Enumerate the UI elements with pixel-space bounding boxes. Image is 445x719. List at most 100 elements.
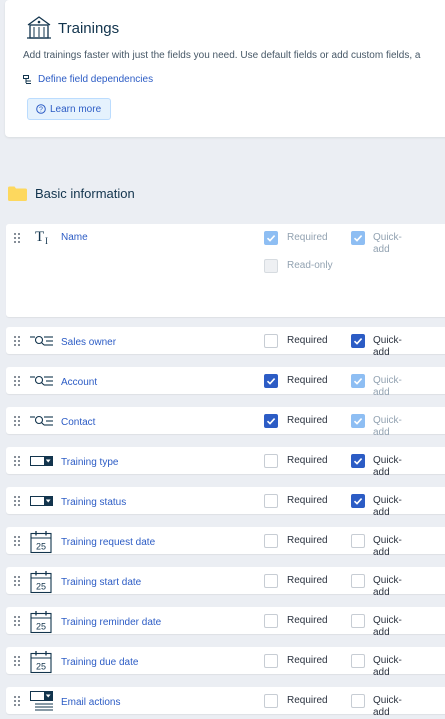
module-header-card: Trainings Add trainings faster with just… (5, 0, 445, 137)
quick-add-label: Quick- (373, 535, 402, 546)
required-label: Required (287, 495, 328, 506)
quick-add-label-line2: add (373, 707, 390, 718)
drag-handle-icon[interactable] (14, 336, 20, 346)
required-checkbox[interactable] (264, 494, 278, 508)
field-name[interactable]: Sales owner (61, 337, 116, 348)
field-name[interactable]: Training start date (61, 577, 141, 588)
learn-more-button[interactable]: ? Learn more (27, 98, 111, 120)
quick-add-label: Quick- (373, 495, 402, 506)
field-row[interactable]: Training status Required Quick-add (6, 487, 445, 518)
define-field-dependencies-link[interactable]: Define field dependencies (23, 74, 153, 85)
field-row[interactable]: Email actions Required Quick-add (6, 687, 445, 718)
quick-add-label-line2: add (373, 507, 390, 518)
quick-add-checkbox (351, 414, 365, 428)
quick-add-label: Quick- (373, 375, 402, 386)
drag-handle-icon[interactable] (14, 376, 20, 386)
quick-add-checkbox[interactable] (351, 534, 365, 548)
text-field-icon: TI (33, 226, 57, 250)
calendar-day-number: 25 (36, 622, 46, 632)
field-row[interactable]: 25 Training due date Required Quick-add (6, 647, 445, 678)
required-label: Required (287, 535, 328, 546)
field-name[interactable]: Name (61, 232, 88, 243)
field-name[interactable]: Training due date (61, 657, 138, 668)
quick-add-label-line2: add (373, 467, 390, 478)
drag-handle-icon[interactable] (14, 576, 20, 586)
quick-add-checkbox[interactable] (351, 654, 365, 668)
quick-add-label: Quick- (373, 415, 402, 426)
required-checkbox[interactable] (264, 334, 278, 348)
lookup-field-icon (30, 334, 54, 358)
required-checkbox[interactable] (264, 534, 278, 548)
required-label: Required (287, 455, 328, 466)
quick-add-checkbox (351, 374, 365, 388)
required-label: Required (287, 695, 328, 706)
quick-add-label-line2: add (373, 244, 390, 255)
required-checkbox[interactable] (264, 454, 278, 468)
drag-handle-icon[interactable] (14, 536, 20, 546)
required-label: Required (287, 232, 328, 243)
required-checkbox[interactable] (264, 374, 278, 388)
required-label: Required (287, 575, 328, 586)
quick-add-checkbox[interactable] (351, 614, 365, 628)
multiselect-field-icon (30, 689, 54, 713)
svg-text:I: I (45, 236, 48, 246)
drag-handle-icon[interactable] (14, 656, 20, 666)
required-checkbox[interactable] (264, 574, 278, 588)
field-row[interactable]: T I Name Required Quick-add Read-only (6, 224, 445, 317)
page-description: Add trainings faster with just the field… (23, 50, 421, 61)
dropdown-field-icon (30, 455, 54, 479)
required-checkbox[interactable] (264, 414, 278, 428)
drag-handle-icon[interactable] (14, 616, 20, 626)
quick-add-checkbox[interactable] (351, 494, 365, 508)
field-name[interactable]: Email actions (61, 697, 120, 708)
drag-handle-icon[interactable] (14, 496, 20, 506)
lookup-field-icon (30, 414, 54, 438)
field-row[interactable]: 25 Training request date Required Quick-add (6, 527, 445, 558)
field-row[interactable]: 25 Training reminder date Required Quick-ad… (6, 607, 445, 638)
quick-add-label-line2: add (373, 387, 390, 398)
drag-handle-icon[interactable] (14, 456, 20, 466)
field-name[interactable]: Training type (61, 457, 118, 468)
quick-add-label: Quick- (373, 232, 402, 243)
page-title: Trainings (58, 20, 120, 37)
hierarchy-icon (23, 74, 31, 84)
required-checkbox[interactable] (264, 614, 278, 628)
quick-add-label: Quick- (373, 655, 402, 666)
section-header[interactable]: Basic information (8, 186, 135, 201)
lookup-field-icon (30, 374, 54, 398)
drag-handle-icon[interactable] (14, 233, 20, 243)
field-row[interactable]: Sales owner Required Quick-add (6, 327, 445, 358)
quick-add-label: Quick- (373, 575, 402, 586)
learn-more-label: Learn more (50, 103, 102, 115)
section-title: Basic information (35, 186, 135, 201)
field-name[interactable]: Account (61, 377, 97, 388)
field-name[interactable]: Contact (61, 417, 95, 428)
calendar-field-icon: 25 (29, 650, 53, 674)
svg-text:?: ? (39, 107, 43, 114)
field-row[interactable]: Training type Required Quick-add (6, 447, 445, 478)
field-row[interactable]: Contact Required Quick-add (6, 407, 445, 438)
field-name[interactable]: Training status (61, 497, 126, 508)
field-row[interactable]: 25 Training start date Required Quick-add (6, 567, 445, 598)
help-circle-icon: ? (36, 104, 46, 114)
quick-add-checkbox[interactable] (351, 694, 365, 708)
field-name[interactable]: Training request date (61, 537, 155, 548)
required-checkbox[interactable] (264, 654, 278, 668)
drag-handle-icon[interactable] (14, 696, 20, 706)
field-name[interactable]: Training reminder date (61, 617, 161, 628)
calendar-day-number: 25 (36, 662, 46, 672)
dropdown-field-icon (30, 495, 54, 519)
quick-add-label: Quick- (373, 615, 402, 626)
required-label: Required (287, 655, 328, 666)
read-only-checkbox (264, 259, 278, 273)
quick-add-label: Quick- (373, 335, 402, 346)
building-icon (27, 16, 51, 39)
drag-handle-icon[interactable] (14, 416, 20, 426)
field-row[interactable]: Account Required Quick-add (6, 367, 445, 398)
quick-add-label-line2: add (373, 587, 390, 598)
quick-add-checkbox[interactable] (351, 334, 365, 348)
required-checkbox[interactable] (264, 694, 278, 708)
quick-add-checkbox (351, 231, 365, 245)
quick-add-checkbox[interactable] (351, 454, 365, 468)
quick-add-checkbox[interactable] (351, 574, 365, 588)
